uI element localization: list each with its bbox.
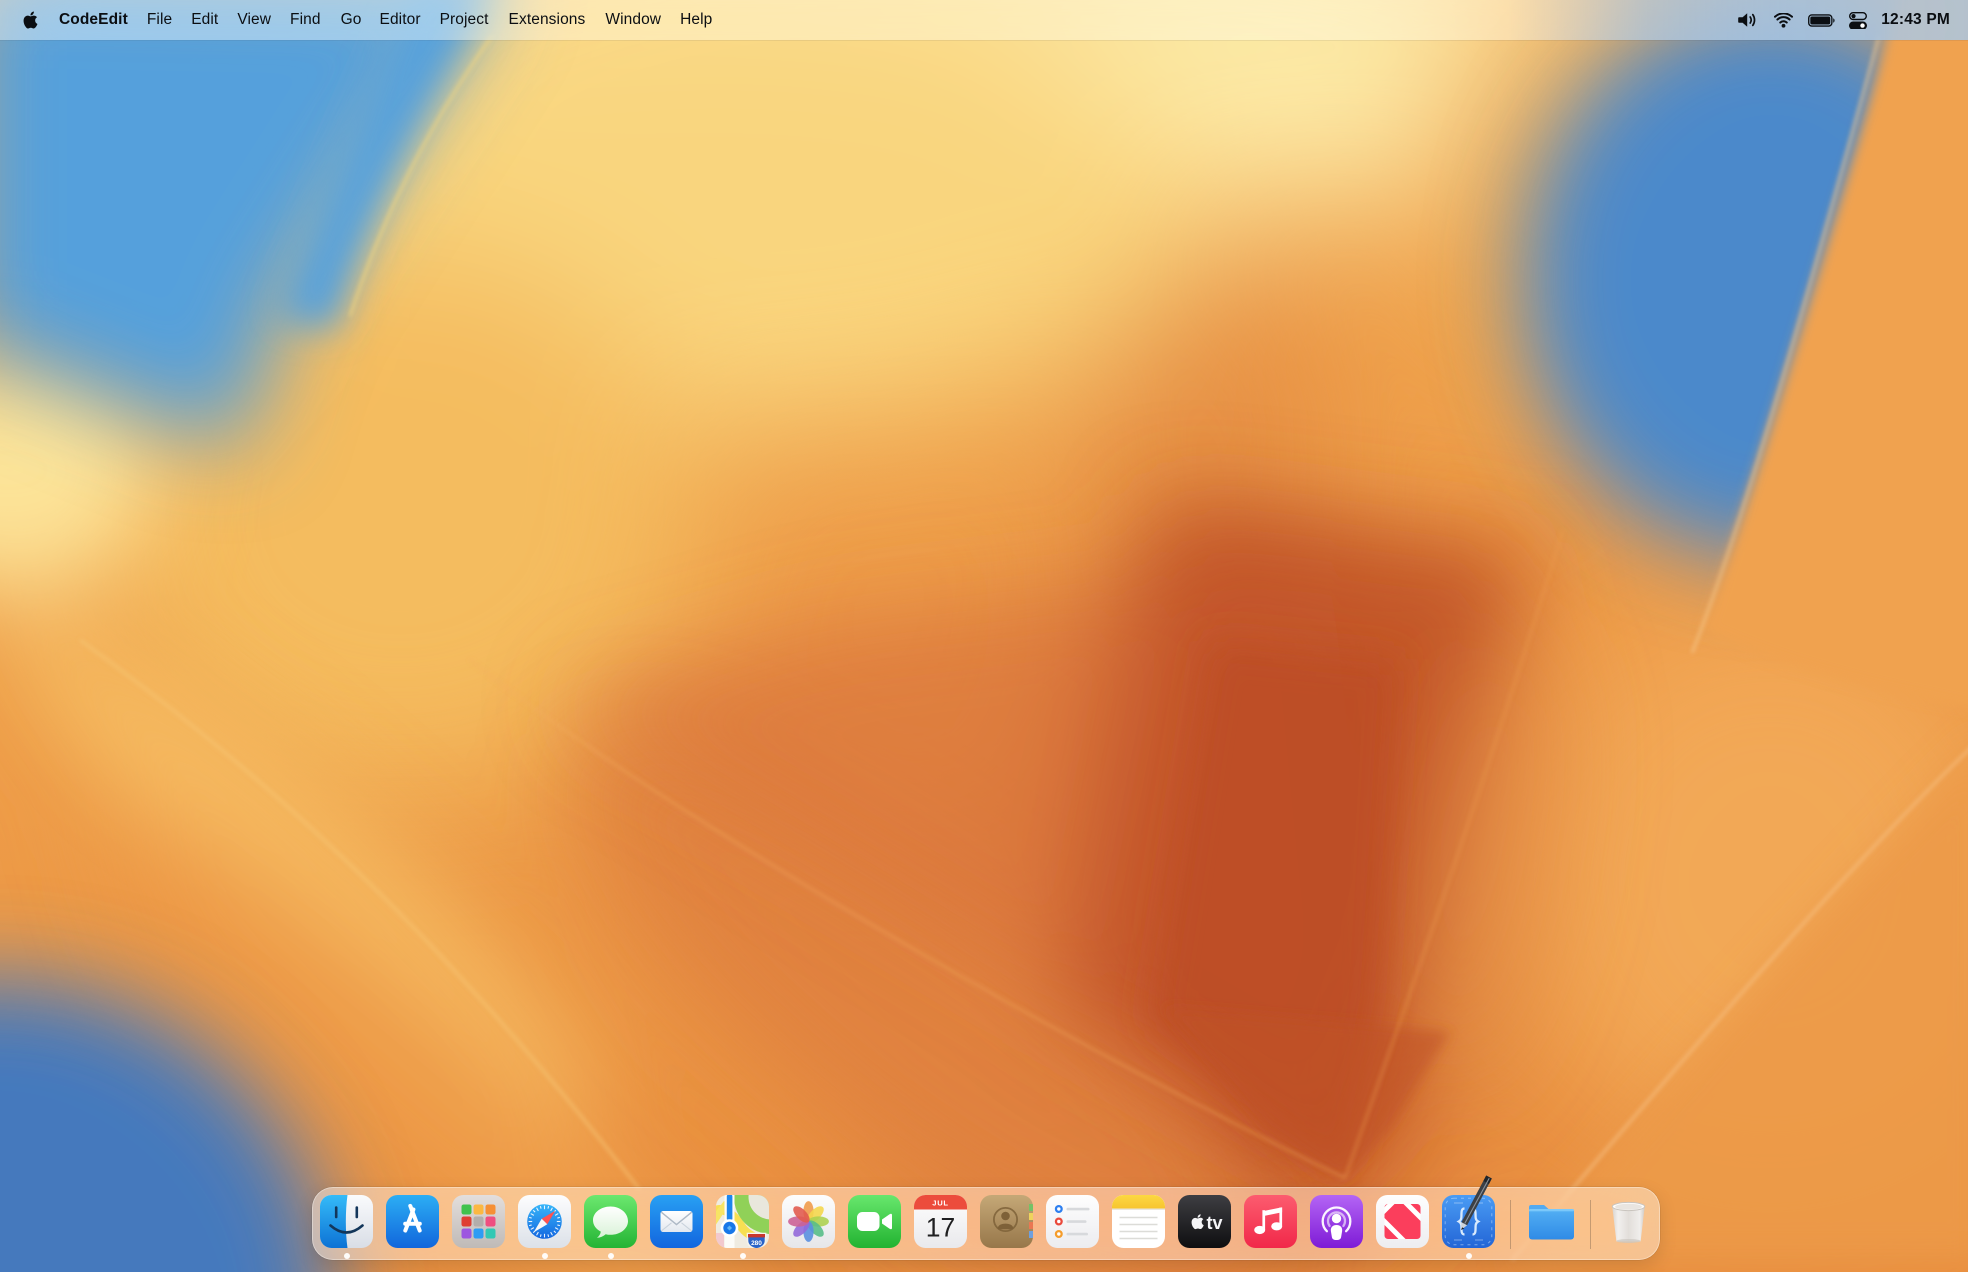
svg-text:JUL: JUL (932, 1199, 948, 1208)
svg-text:17: 17 (926, 1213, 955, 1243)
svg-text:280: 280 (751, 1240, 762, 1247)
svg-text:tv: tv (1207, 1213, 1223, 1233)
